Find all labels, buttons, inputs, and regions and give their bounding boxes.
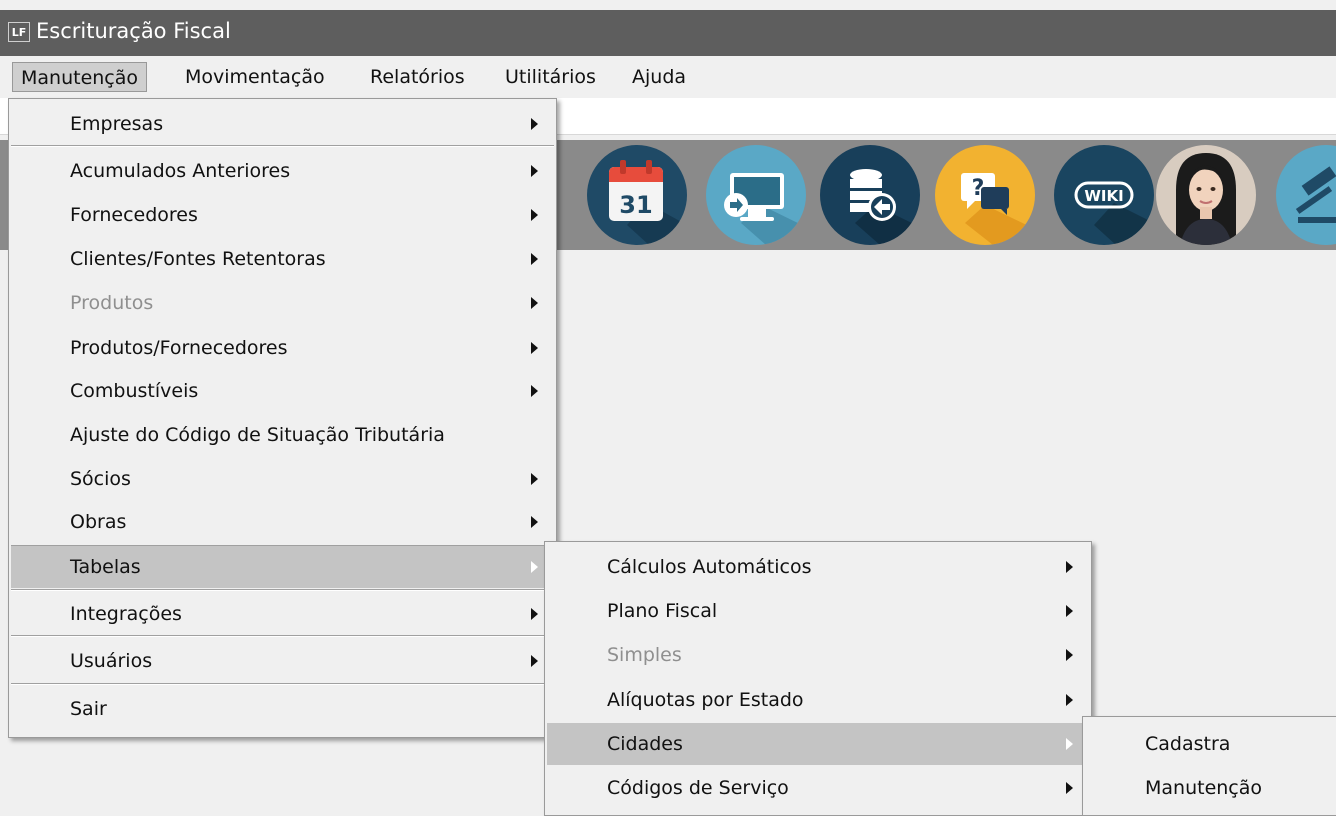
- submenu-item-calculos-automaticos[interactable]: Cálculos Automáticos: [547, 546, 1089, 588]
- submenu-arrow-icon: [531, 385, 538, 397]
- submenu-item-aliquotas-por-estado[interactable]: Alíquotas por Estado: [547, 679, 1089, 721]
- menu-item-fornecedores[interactable]: Fornecedores: [11, 194, 554, 236]
- submenu-arrow-icon: [1066, 561, 1073, 573]
- submenu-arrow-icon: [531, 561, 538, 573]
- submenu-arrow-icon: [1066, 694, 1073, 706]
- submenu-arrow-icon: [531, 516, 538, 528]
- submenu-arrow-icon: [531, 209, 538, 221]
- menu-item-obras[interactable]: Obras: [11, 501, 554, 543]
- submenu-arrow-icon: [1066, 605, 1073, 617]
- menu-item-empresas[interactable]: Empresas: [11, 103, 554, 145]
- menu-item-tabelas[interactable]: Tabelas: [11, 546, 554, 588]
- submenu-item-cadastra[interactable]: Cadastra: [1085, 723, 1336, 765]
- menu-separator: [11, 589, 554, 591]
- help-chat-icon[interactable]: ?: [935, 145, 1035, 245]
- gavel-icon[interactable]: [1276, 145, 1336, 245]
- submenu-arrow-icon: [531, 118, 538, 130]
- menu-item-ajuste-cst[interactable]: Ajuste do Código de Situação Tributária: [11, 414, 554, 456]
- window-title: Escrituração Fiscal: [36, 19, 231, 43]
- menu-item-combustiveis[interactable]: Combustíveis: [11, 370, 554, 412]
- submenu-arrow-icon: [531, 165, 538, 177]
- submenu-item-codigos-de-servico[interactable]: Códigos de Serviço: [547, 767, 1089, 809]
- app-logo-icon: LF: [8, 22, 30, 42]
- menu-item-socios[interactable]: Sócios: [11, 458, 554, 500]
- menu-manutencao[interactable]: Manutenção: [12, 62, 148, 92]
- submenu-item-manutencao[interactable]: Manutenção: [1085, 767, 1336, 809]
- submenu-arrow-icon: [531, 342, 538, 354]
- menu-separator: [11, 683, 554, 685]
- submenu-item-simples[interactable]: Simples: [547, 634, 1089, 676]
- submenu-item-cidades[interactable]: Cidades: [547, 723, 1089, 765]
- submenu-arrow-icon: [531, 655, 538, 667]
- menu-ajuda[interactable]: Ajuda: [624, 62, 694, 92]
- menu-movimentacao[interactable]: Movimentação: [177, 62, 333, 92]
- submenu-arrow-icon: [531, 608, 538, 620]
- assistant-avatar[interactable]: [1156, 145, 1256, 245]
- submenu-tabelas: Cálculos Automáticos Plano Fiscal Simple…: [544, 541, 1092, 816]
- calendar-icon[interactable]: 31: [587, 145, 687, 245]
- menu-item-clientes-fontes-retentoras[interactable]: Clientes/Fontes Retentoras: [11, 238, 554, 280]
- menu-bar: Manutenção Movimentação Relatórios Utili…: [0, 56, 1336, 98]
- menu-item-usuarios[interactable]: Usuários: [11, 640, 554, 682]
- menu-item-acumulados-anteriores[interactable]: Acumulados Anteriores: [11, 150, 554, 192]
- wiki-label: WIKI: [1084, 187, 1123, 205]
- submenu-arrow-icon: [1066, 782, 1073, 794]
- database-restore-icon[interactable]: [820, 145, 920, 245]
- menu-item-sair[interactable]: Sair: [11, 688, 554, 730]
- menu-item-integracoes[interactable]: Integrações: [11, 593, 554, 635]
- help-question-mark: ?: [972, 176, 985, 201]
- menu-separator: [11, 635, 554, 637]
- calendar-day: 31: [619, 191, 652, 219]
- submenu-arrow-icon: [1066, 649, 1073, 661]
- menu-item-produtos-fornecedores[interactable]: Produtos/Fornecedores: [11, 327, 554, 369]
- submenu-arrow-icon: [531, 253, 538, 265]
- submenu-arrow-icon: [531, 297, 538, 309]
- menu-utilitarios[interactable]: Utilitários: [497, 62, 604, 92]
- title-bar: LF Escrituração Fiscal: [0, 10, 1336, 56]
- menu-item-produtos[interactable]: Produtos: [11, 282, 554, 324]
- wiki-icon[interactable]: WIKI: [1054, 145, 1154, 245]
- menu-separator: [11, 145, 554, 147]
- submenu-item-plano-fiscal[interactable]: Plano Fiscal: [547, 590, 1089, 632]
- submenu-cidades: Cadastra Manutenção: [1082, 716, 1336, 816]
- remote-desktop-icon[interactable]: [706, 145, 806, 245]
- submenu-arrow-icon: [1066, 738, 1073, 750]
- menu-manutencao-dropdown: Empresas Acumulados Anteriores Fornecedo…: [8, 98, 557, 738]
- menu-relatorios[interactable]: Relatórios: [362, 62, 473, 92]
- submenu-arrow-icon: [531, 473, 538, 485]
